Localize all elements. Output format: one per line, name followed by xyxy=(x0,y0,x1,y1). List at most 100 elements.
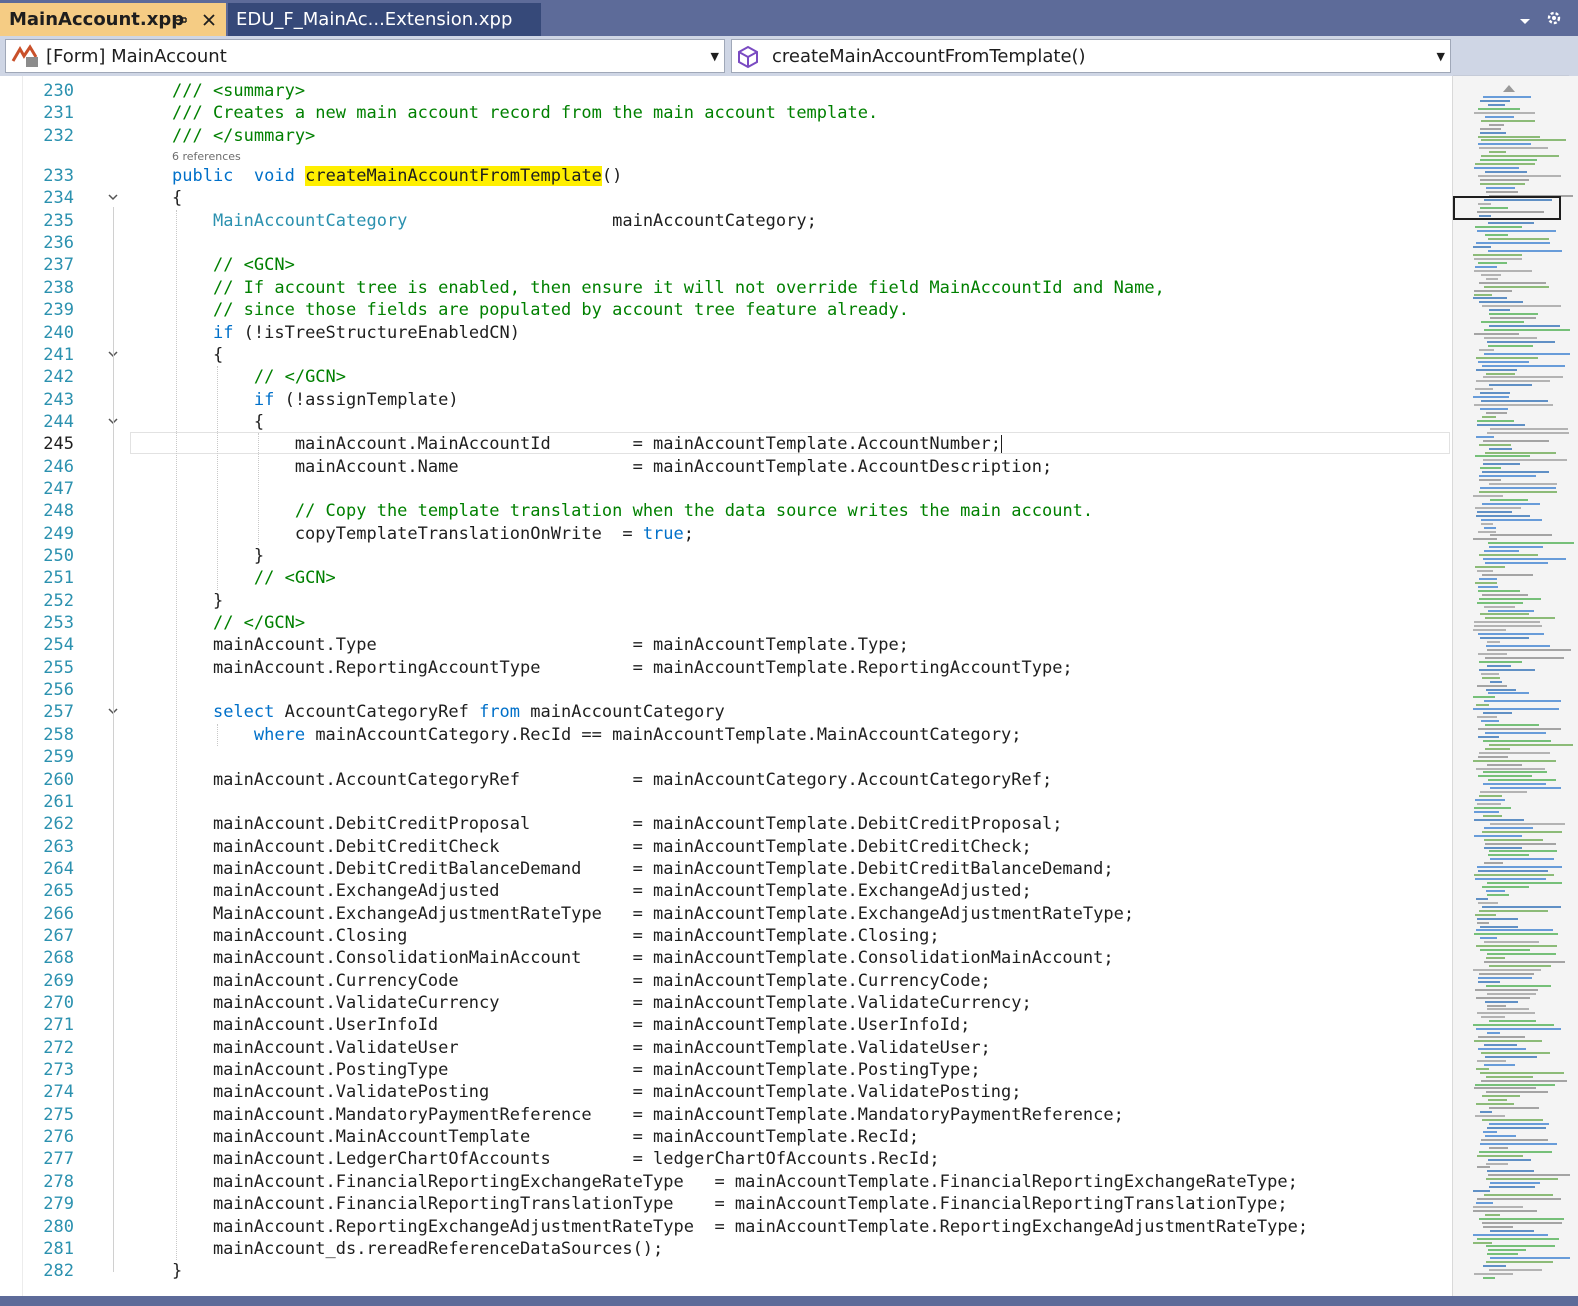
code-text: } xyxy=(172,1260,182,1282)
code-line[interactable]: 276 mainAccount.MainAccountTemplate = ma… xyxy=(0,1126,1452,1148)
minimap-code-mark xyxy=(1474,621,1540,624)
minimap-code-mark xyxy=(1484,838,1543,841)
code-line[interactable]: 256 xyxy=(0,679,1452,701)
code-line[interactable]: 235 MainAccountCategory mainAccountCateg… xyxy=(0,210,1452,232)
code-line[interactable]: 238 // If account tree is enabled, then … xyxy=(0,277,1452,299)
code-line[interactable]: 232 /// </summary> xyxy=(0,125,1452,147)
minimap-code-mark xyxy=(1473,246,1491,249)
code-text: copyTemplateTranslationOnWrite = true; xyxy=(172,523,694,545)
code-line[interactable]: 239 // since those fields are populated … xyxy=(0,299,1452,321)
code-line[interactable]: 265 mainAccount.ExchangeAdjusted = mainA… xyxy=(0,880,1452,902)
code-line[interactable]: 261 xyxy=(0,791,1452,813)
minimap-code-mark xyxy=(1481,518,1542,521)
tab-mainaccount-xpp[interactable]: MainAccount.xpp xyxy=(0,3,226,36)
gear-icon[interactable] xyxy=(1545,9,1563,31)
code-line[interactable]: 254 mainAccount.Type = mainAccountTempla… xyxy=(0,634,1452,656)
minimap-code-mark xyxy=(1484,550,1519,553)
line-number: 248 xyxy=(43,501,74,522)
code-line[interactable]: 240 if (!isTreeStructureEnabledCN) xyxy=(0,322,1452,344)
scroll-up-arrow-icon[interactable] xyxy=(1501,78,1517,97)
minimap-code-mark xyxy=(1487,664,1511,667)
code-line[interactable]: 259 xyxy=(0,746,1452,768)
code-token: // <GCN> xyxy=(253,568,336,589)
navigation-bar: [Form] MainAccount ▼ createMainAccountFr… xyxy=(0,36,1578,109)
code-editor[interactable]: 6 references 230 /// <summary> 231 /// Crea… xyxy=(0,76,1578,1296)
code-token: mainAccount.LedgerChartOfAccounts = ledg… xyxy=(172,1149,940,1170)
code-text: mainAccount.Type = mainAccountTemplate.T… xyxy=(172,634,909,656)
code-line[interactable]: 263 mainAccount.DebitCreditCheck = mainA… xyxy=(0,836,1452,858)
code-line[interactable]: 281 mainAccount_ds.rereadReferenceDataSo… xyxy=(0,1238,1452,1260)
code-line[interactable]: 266 MainAccount.ExchangeAdjustmentRateTy… xyxy=(0,903,1452,925)
code-line[interactable]: 237 // <GCN> xyxy=(0,254,1452,276)
code-line[interactable]: 269 mainAccount.CurrencyCode = mainAccou… xyxy=(0,970,1452,992)
minimap-code-mark xyxy=(1481,1051,1550,1054)
minimap-code-mark xyxy=(1475,265,1497,268)
code-line[interactable]: 274 mainAccount.ValidatePosting = mainAc… xyxy=(0,1081,1452,1103)
line-number: 245 xyxy=(43,434,74,455)
minimap-code-mark xyxy=(1479,301,1523,304)
code-line[interactable]: 257 select AccountCategoryRef from mainA… xyxy=(0,701,1452,723)
code-line[interactable]: 262 mainAccount.DebitCreditProposal = ma… xyxy=(0,813,1452,835)
code-line[interactable]: 272 mainAccount.ValidateUser = mainAccou… xyxy=(0,1037,1452,1059)
code-text: mainAccount.ValidateUser = mainAccountTe… xyxy=(172,1037,991,1059)
codelens-references[interactable]: 6 references xyxy=(172,150,241,163)
line-number: 238 xyxy=(43,277,74,298)
code-line[interactable]: 282} xyxy=(0,1260,1452,1282)
type-dropdown[interactable]: [Form] MainAccount ▼ xyxy=(5,39,725,73)
fold-toggle-icon[interactable] xyxy=(106,187,120,209)
code-text: mainAccount.ValidateCurrency = mainAccou… xyxy=(172,992,1032,1014)
code-line[interactable]: 233 public void createMainAccountFromTemp… xyxy=(0,165,1452,187)
code-line[interactable]: 267 mainAccount.Closing = mainAccountTem… xyxy=(0,925,1452,947)
code-line[interactable]: 241 { xyxy=(0,344,1452,366)
minimap-code-mark xyxy=(1481,139,1566,142)
minimap-code-mark xyxy=(1489,483,1557,486)
minimap-code-mark xyxy=(1476,897,1488,900)
tab-edu-extension-xpp[interactable]: EDU_F_MainAc...Extension.xpp xyxy=(228,3,541,36)
code-line[interactable]: 280 mainAccount.ReportingExchangeAdjustm… xyxy=(0,1216,1452,1238)
code-line[interactable]: 271 mainAccount.UserInfoId = mainAccount… xyxy=(0,1014,1452,1036)
code-line[interactable]: 236 xyxy=(0,232,1452,254)
minimap-code-mark xyxy=(1476,356,1538,359)
code-line[interactable]: 255 mainAccount.ReportingAccountType = m… xyxy=(0,657,1452,679)
code-text: { xyxy=(172,187,182,209)
minimap[interactable] xyxy=(1473,96,1574,1291)
code-line[interactable]: 264 mainAccount.DebitCreditBalanceDemand… xyxy=(0,858,1452,880)
minimap-code-mark xyxy=(1483,439,1549,442)
vertical-scrollbar-minimap[interactable] xyxy=(1452,76,1578,1296)
code-line[interactable]: 253 // </GCN> xyxy=(0,612,1452,634)
code-line[interactable]: 277 mainAccount.LedgerChartOfAccounts = … xyxy=(0,1148,1452,1170)
code-token: mainAccount.DebitCreditBalanceDemand = m… xyxy=(172,858,1114,879)
minimap-code-mark xyxy=(1484,1063,1515,1066)
code-line[interactable]: 278 mainAccount.FinancialReportingExchan… xyxy=(0,1171,1452,1193)
code-line[interactable]: 270 mainAccount.ValidateCurrency = mainA… xyxy=(0,992,1452,1014)
minimap-code-mark xyxy=(1485,1055,1537,1058)
close-icon[interactable] xyxy=(198,3,220,36)
document-tab-bar: MainAccount.xpp EDU_F_MainAc...Extension… xyxy=(0,0,1578,36)
minimap-code-mark xyxy=(1483,712,1512,715)
minimap-code-mark xyxy=(1488,344,1533,347)
code-line[interactable]: 273 mainAccount.PostingType = mainAccoun… xyxy=(0,1059,1452,1081)
code-line[interactable]: 268 mainAccount.ConsolidationMainAccount… xyxy=(0,947,1452,969)
minimap-code-mark xyxy=(1481,155,1559,158)
code-line[interactable]: 260 mainAccount.AccountCategoryRef = mai… xyxy=(0,769,1452,791)
code-line[interactable]: 230 /// <summary> xyxy=(0,80,1452,102)
code-line[interactable]: 279 mainAccount.FinancialReportingTransl… xyxy=(0,1193,1452,1215)
member-dropdown[interactable]: createMainAccountFromTemplate() ▼ xyxy=(731,39,1451,73)
code-token: { xyxy=(172,188,183,209)
code-line[interactable]: 252 } xyxy=(0,590,1452,612)
minimap-code-mark xyxy=(1483,459,1567,462)
code-line[interactable]: 275 mainAccount.MandatoryPaymentReferenc… xyxy=(0,1104,1452,1126)
pin-icon[interactable] xyxy=(170,3,192,36)
minimap-code-mark xyxy=(1479,577,1497,580)
code-token: // Copy the template translation when th… xyxy=(294,501,1094,522)
minimap-code-mark xyxy=(1479,972,1534,975)
code-line[interactable]: 231 /// Creates a new main account record… xyxy=(0,102,1452,124)
minimap-code-mark xyxy=(1479,1217,1564,1220)
minimap-viewport[interactable] xyxy=(1453,196,1561,220)
tab-overflow-dropdown-icon[interactable] xyxy=(1518,12,1532,31)
minimap-code-mark xyxy=(1479,491,1557,493)
code-line[interactable]: 234 { xyxy=(0,187,1452,209)
